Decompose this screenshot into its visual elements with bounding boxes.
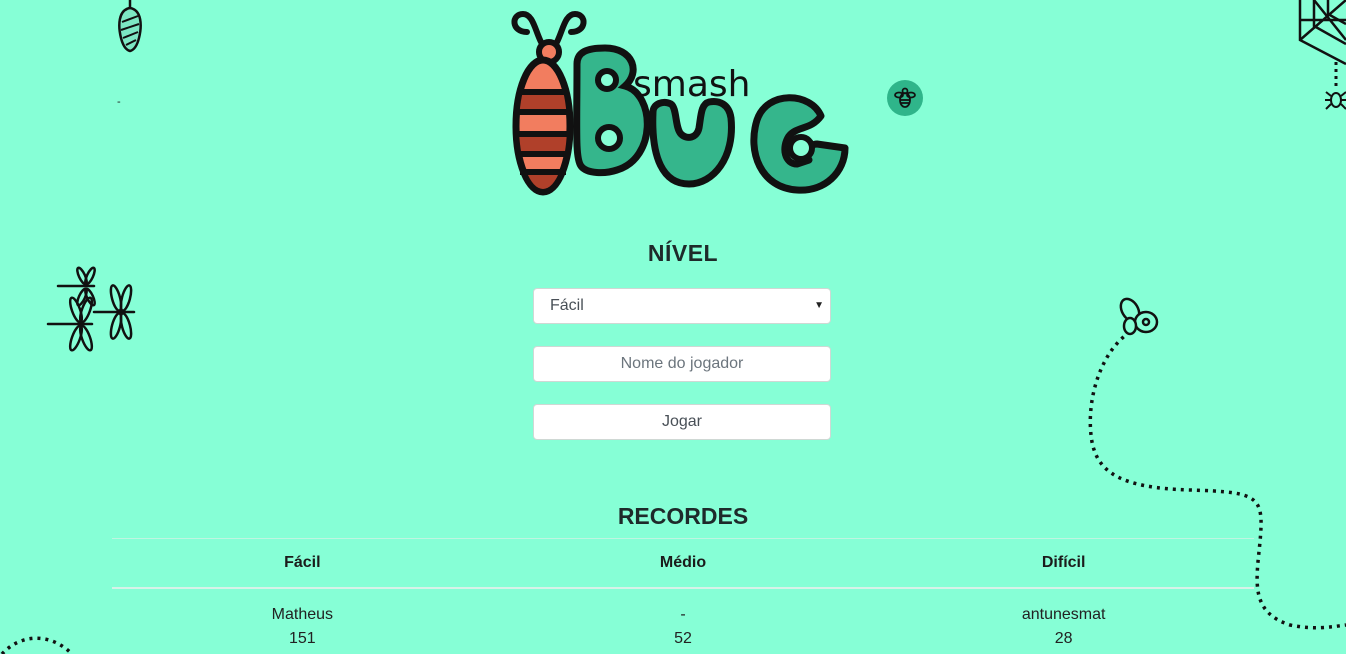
record-score-easy: 151: [288, 630, 316, 647]
record-name-easy: Matheus: [271, 606, 334, 623]
player-name-placeholder: Nome do jogador: [620, 355, 744, 372]
records-heading: RECORDES: [617, 503, 749, 529]
cocoon-icon: [118, 0, 142, 53]
spider-web-icon: [1298, 0, 1346, 110]
level-select[interactable]: Fácil ▼: [533, 288, 831, 324]
records-header-row: Fácil Médio Difícil: [112, 538, 1254, 589]
player-name-input[interactable]: Nome do jogador: [533, 346, 831, 382]
record-name-hard: antunesmat: [1021, 606, 1106, 623]
fly-icon-button[interactable]: [887, 80, 923, 116]
fly-icon: [894, 87, 916, 108]
column-header-medium: Médio: [492, 538, 874, 589]
table-row-scores: 151 52 28: [112, 627, 1254, 651]
record-score-medium: 52: [674, 630, 692, 647]
chevron-down-icon: ▼: [814, 300, 824, 311]
dash-mark: -: [117, 96, 121, 108]
column-header-hard: Difícil: [873, 538, 1254, 589]
table-row-names: Matheus - antunesmat: [112, 588, 1254, 627]
record-score-hard: 28: [1054, 630, 1073, 647]
dotted-trail-decoration: [0, 636, 74, 654]
play-button[interactable]: Jogar: [533, 404, 831, 440]
level-select-value: Fácil: [550, 297, 584, 314]
column-header-easy: Fácil: [112, 538, 493, 589]
level-heading: NÍVEL: [647, 240, 719, 266]
dragonflies-icon: [46, 266, 136, 352]
page: - smash NÍVEL Fácil ▼ Nome do jogador Jo…: [0, 0, 1346, 654]
record-name-medium: -: [680, 606, 686, 623]
records-table: Fácil Médio Difícil Matheus - antunesmat…: [112, 538, 1254, 651]
logo-small-text: smash: [633, 64, 750, 105]
smashbug-logo: smash: [511, 10, 849, 196]
